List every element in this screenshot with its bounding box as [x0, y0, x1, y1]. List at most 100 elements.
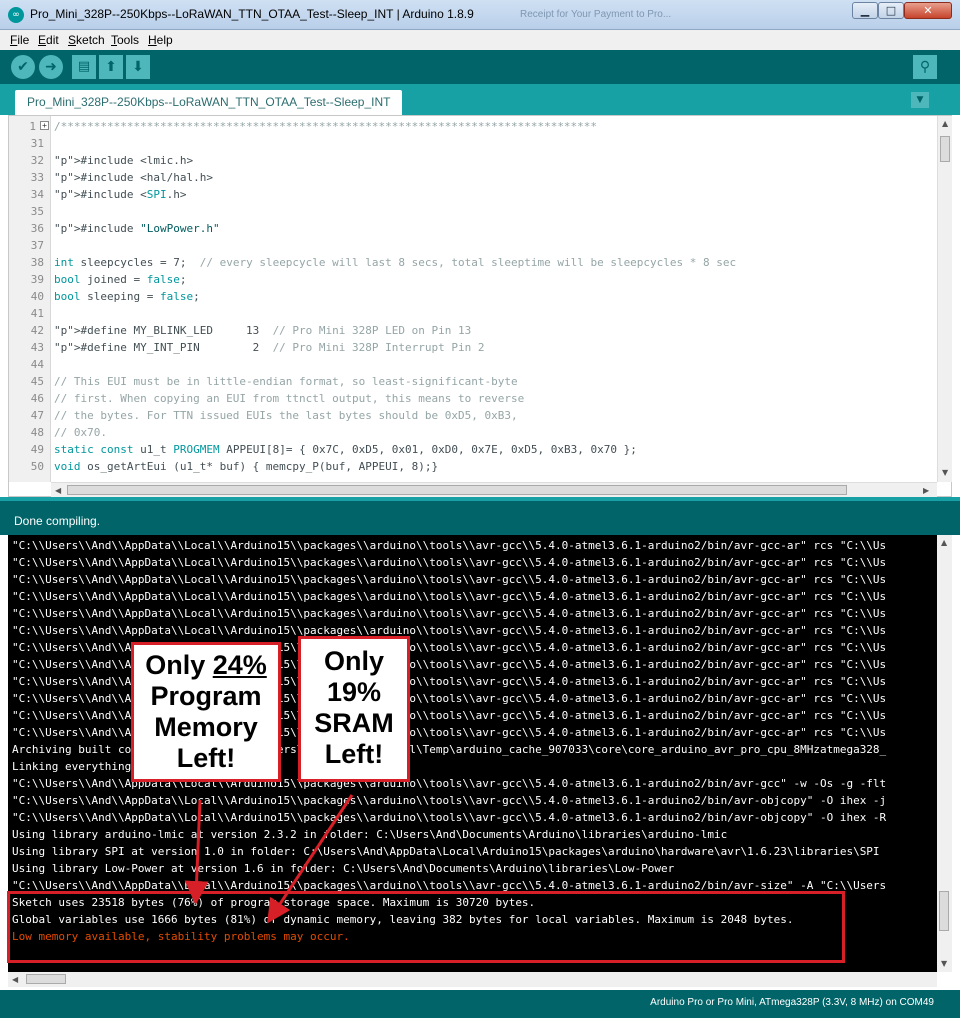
code-line[interactable]: static const u1_t PROGMEM APPEUI[8]= { 0… — [54, 441, 637, 458]
code-line[interactable]: "p">#define MY_INT_PIN 2 // Pro Mini 328… — [54, 339, 484, 356]
save-sketch-button[interactable]: ⬇ — [126, 55, 150, 79]
line-number: 32 — [30, 154, 44, 167]
maximize-button[interactable]: □ — [878, 2, 904, 19]
down-arrow-icon: ⬇ — [132, 59, 144, 75]
line-number: 41 — [30, 307, 44, 320]
arduino-logo-icon: ∞ — [8, 7, 24, 23]
code-line[interactable]: // first. When copying an EUI from ttnct… — [54, 390, 524, 407]
scroll-up-icon[interactable]: ▲ — [942, 119, 948, 128]
menu-sketch[interactable]: Sketch — [68, 33, 105, 47]
verify-button[interactable]: ✔ — [11, 55, 35, 79]
editor-vertical-scrollbar[interactable]: ▲ ▼ — [937, 116, 952, 482]
line-number: 34 — [30, 188, 44, 201]
line-number: 33 — [30, 171, 44, 184]
code-line[interactable]: // This EUI must be in little-endian for… — [54, 373, 518, 390]
new-sketch-button[interactable]: ▤ — [72, 55, 96, 79]
console-warning: Low memory available, stability problems… — [12, 930, 350, 943]
console-vertical-scrollbar[interactable]: ▲ ▼ — [937, 535, 952, 972]
console-horizontal-scrollbar[interactable]: ◀ — [8, 972, 937, 987]
console-line: "C:\\Users\\And\\AppData\\Local\\Arduino… — [12, 879, 887, 892]
serial-monitor-button[interactable]: ⚲ — [913, 55, 937, 79]
line-number: 45 — [30, 375, 44, 388]
callout-sram-line3: SRAM — [314, 708, 394, 738]
right-arrow-icon: ➜ — [45, 59, 57, 75]
board-status-bar: Arduino Pro or Pro Mini, ATmega328P (3.3… — [0, 990, 960, 1018]
tab-bar: Pro_Mini_328P--250Kbps--LoRaWAN_TTN_OTAA… — [0, 84, 960, 115]
open-sketch-button[interactable]: ⬆ — [99, 55, 123, 79]
console-line: "C:\\Users\\And\\AppData\\Local\\Arduino… — [12, 590, 887, 603]
editor-horizontal-scrollbar[interactable]: ◀ ▶ — [51, 482, 937, 497]
callout-program-percent: 24% — [212, 650, 267, 680]
close-icon: ✕ — [923, 4, 933, 17]
scroll-left-icon[interactable]: ◀ — [12, 975, 18, 984]
console-line: Using library arduino-lmic at version 2.… — [12, 828, 728, 841]
console-line: "C:\\Users\\And\\AppData\\Local\\Arduino… — [12, 811, 887, 824]
editor-scroll-thumb[interactable] — [940, 136, 950, 162]
console-line: "C:\\Users\\And\\AppData\\Local\\Arduino… — [12, 556, 887, 569]
scroll-up-icon[interactable]: ▲ — [941, 538, 947, 547]
scroll-down-icon[interactable]: ▼ — [942, 468, 948, 477]
code-line[interactable]: bool sleeping = false; — [54, 288, 200, 305]
menu-bar: File Edit Sketch Tools Help — [0, 30, 960, 50]
tab-sketch[interactable]: Pro_Mini_328P--250Kbps--LoRaWAN_TTN_OTAA… — [15, 90, 403, 115]
code-editor[interactable]: 1 31 32 33 34 35 36 37 38 39 40 41 42 43 44 45 46 47 48 49 5… — [8, 115, 952, 497]
callout-sram-line2: 19% — [326, 677, 382, 707]
callout-program-memory: Only 24% Program Memory Left! — [131, 642, 281, 782]
line-number: 46 — [30, 392, 44, 405]
fold-toggle-icon[interactable]: + — [40, 121, 49, 130]
line-number: 35 — [30, 205, 44, 218]
code-line[interactable]: void os_getArtEui (u1_t* buf) { memcpy_P… — [54, 458, 438, 475]
scroll-right-icon[interactable]: ▶ — [923, 486, 929, 495]
callout-sram: Only 19% SRAM Left! — [298, 636, 410, 782]
code-line[interactable]: "p">#include <lmic.h> — [54, 152, 193, 169]
line-number-gutter: 1 31 32 33 34 35 36 37 38 39 40 41 42 43 44 45 46 47 48 49 5… — [9, 116, 51, 482]
maximize-icon: □ — [885, 4, 897, 17]
line-number: 37 — [30, 239, 44, 252]
close-button[interactable]: ✕ — [904, 2, 952, 19]
code-line[interactable]: "p">#include <SPI.h> — [54, 186, 186, 203]
title-bar[interactable]: ∞ Pro_Mini_328P--250Kbps--LoRaWAN_TTN_OT… — [0, 0, 960, 30]
line-number: 38 — [30, 256, 44, 269]
line-number: 44 — [30, 358, 44, 371]
console-line: "C:\\Users\\And\\AppData\\Local\\Arduino… — [12, 573, 887, 586]
menu-edit[interactable]: Edit — [38, 33, 59, 47]
line-number: 36 — [30, 222, 44, 235]
code-line[interactable]: "p">#include <hal/hal.h> — [54, 169, 213, 186]
board-info: Arduino Pro or Pro Mini, ATmega328P (3.3… — [650, 997, 934, 1008]
line-number: 50 — [30, 460, 44, 473]
callout-sram-line4: Left! — [324, 739, 384, 769]
console-scroll-thumb[interactable] — [939, 891, 949, 931]
console-hscroll-thumb[interactable] — [26, 974, 66, 984]
scroll-left-icon[interactable]: ◀ — [55, 486, 61, 495]
console-line: "C:\\Users\\And\\AppData\\Local\\Arduino… — [12, 624, 887, 637]
code-line[interactable]: "p">#define MY_BLINK_LED 13 // Pro Mini … — [54, 322, 471, 339]
callout-program-line4: Left! — [176, 743, 236, 773]
code-line[interactable]: // the bytes. For TTN issued EUIs the la… — [54, 407, 518, 424]
tab-menu-button[interactable]: ▼ — [911, 92, 929, 108]
console-line: Using library SPI at version 1.0 in fold… — [12, 845, 880, 858]
console-line: Using library Low-Power at version 1.6 i… — [12, 862, 675, 875]
minimize-button[interactable]: ▁ — [852, 2, 878, 19]
triangle-down-icon: ▼ — [916, 95, 924, 105]
code-line[interactable]: "p">#include "LowPower.h" — [54, 220, 220, 237]
menu-file[interactable]: File — [10, 33, 29, 47]
menu-help[interactable]: Help — [148, 33, 173, 47]
menu-tools[interactable]: Tools — [111, 33, 139, 47]
code-line[interactable]: bool joined = false; — [54, 271, 186, 288]
code-line[interactable]: /***************************************… — [54, 118, 597, 135]
code-line[interactable]: // 0x70. — [54, 424, 107, 441]
callout-program-line2: Program — [150, 681, 262, 711]
editor-hscroll-thumb[interactable] — [67, 485, 847, 495]
callout-program-only: Only — [145, 650, 206, 680]
code-line[interactable]: int sleepcycles = 7; // every sleepcycle… — [54, 254, 736, 271]
scroll-down-icon[interactable]: ▼ — [941, 959, 947, 968]
callout-sram-line1: Only — [323, 646, 384, 676]
line-number: 39 — [30, 273, 44, 286]
code-area[interactable]: /***************************************… — [51, 116, 937, 482]
console-line: Global variables use 1666 bytes (81%) of… — [12, 913, 794, 926]
status-bar: Done compiling. — [0, 501, 960, 535]
console-line: Sketch uses 23518 bytes (76%) of program… — [12, 896, 536, 909]
line-number: 31 — [30, 137, 44, 150]
upload-button[interactable]: ➜ — [39, 55, 63, 79]
line-number: 40 — [30, 290, 44, 303]
